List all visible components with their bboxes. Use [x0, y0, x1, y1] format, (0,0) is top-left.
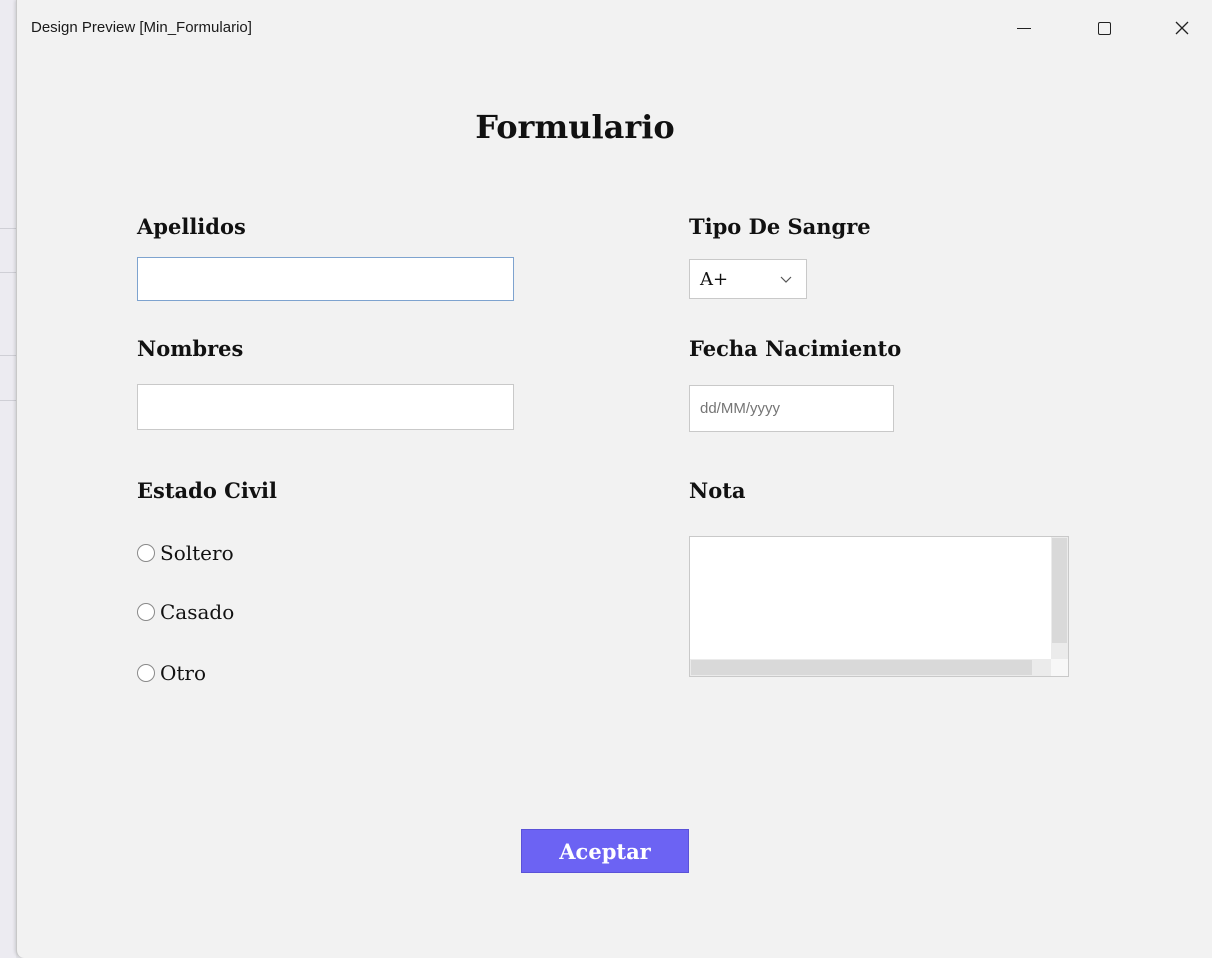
- nombres-input[interactable]: [137, 384, 514, 430]
- close-icon: [1175, 21, 1189, 35]
- scrollbar-corner: [1051, 659, 1068, 676]
- divider: [0, 228, 16, 229]
- radio-soltero[interactable]: Soltero: [137, 541, 234, 565]
- accept-button[interactable]: Aceptar: [521, 829, 689, 873]
- title-bar[interactable]: Design Preview [Min_Formulario]: [17, 0, 1212, 56]
- fecha-nacimiento-input[interactable]: [689, 385, 894, 432]
- radio-label: Otro: [160, 661, 207, 685]
- nota-textarea[interactable]: [689, 536, 1069, 677]
- scrollbar-thumb[interactable]: [1052, 538, 1067, 643]
- radio-otro[interactable]: Otro: [137, 661, 206, 685]
- window-title: Design Preview [Min_Formulario]: [31, 19, 252, 36]
- tipo-sangre-select[interactable]: A+: [689, 259, 807, 299]
- fecha-nacimiento-label: Fecha Nacimiento: [689, 336, 902, 361]
- maximize-icon: [1097, 21, 1111, 35]
- close-button[interactable]: [1159, 10, 1205, 46]
- form-heading: Formulario: [475, 108, 675, 146]
- background-editor-strip: [0, 0, 16, 958]
- minimize-icon: [1017, 27, 1031, 29]
- radio-casado[interactable]: Casado: [137, 600, 234, 624]
- apellidos-label: Apellidos: [137, 214, 246, 239]
- horizontal-scrollbar[interactable]: [690, 659, 1051, 676]
- maximize-button[interactable]: [1081, 10, 1127, 46]
- chevron-down-icon: [780, 276, 792, 283]
- divider: [0, 400, 16, 401]
- preview-window: Design Preview [Min_Formulario] Formular…: [16, 0, 1212, 958]
- radio-button[interactable]: [137, 664, 155, 682]
- select-value: A+: [700, 269, 729, 290]
- scrollbar-thumb[interactable]: [691, 660, 1032, 675]
- nombres-label: Nombres: [137, 336, 244, 361]
- radio-button[interactable]: [137, 544, 155, 562]
- tipo-sangre-label: Tipo De Sangre: [689, 214, 871, 239]
- radio-label: Soltero: [160, 541, 234, 565]
- radio-button[interactable]: [137, 603, 155, 621]
- divider: [0, 272, 16, 273]
- apellidos-input[interactable]: [137, 257, 514, 301]
- estado-civil-label: Estado Civil: [137, 478, 277, 503]
- divider: [0, 355, 16, 356]
- radio-label: Casado: [160, 600, 235, 624]
- nota-label: Nota: [689, 478, 746, 503]
- minimize-button[interactable]: [1001, 10, 1047, 46]
- vertical-scrollbar[interactable]: [1051, 537, 1068, 660]
